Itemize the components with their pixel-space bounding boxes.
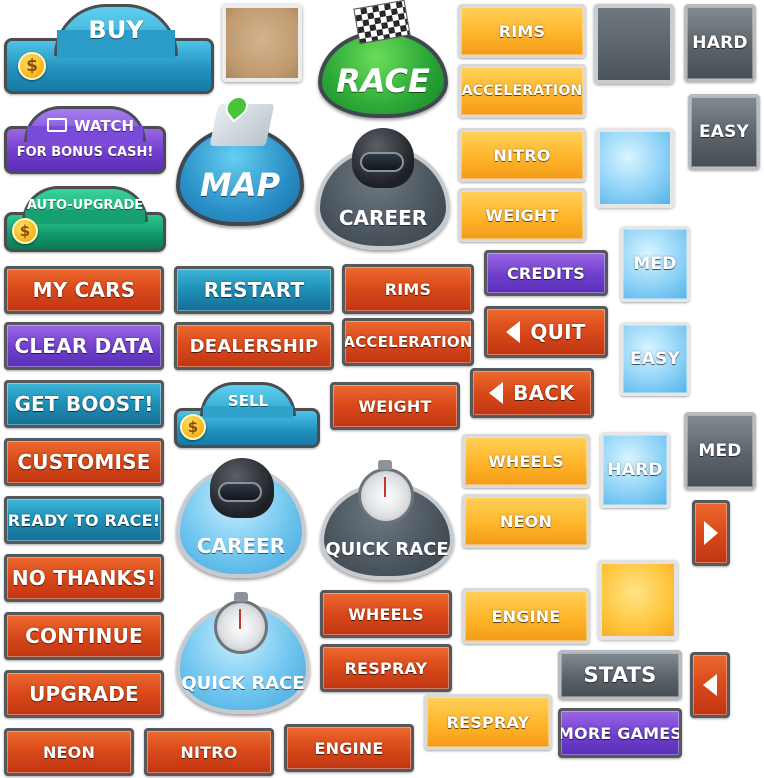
wheels-red-button[interactable]: WHEELS (320, 590, 452, 638)
quick-race-dark-label: QUICK RACE (325, 539, 449, 560)
dealership-button[interactable]: DEALERSHIP (174, 322, 334, 370)
career-blue-label: CAREER (196, 534, 286, 558)
stopwatch-crown (378, 460, 392, 470)
watch-line2: FOR BONUS CASH! (16, 145, 154, 160)
more-games-button[interactable]: MORE GAMES (558, 708, 682, 758)
map-label: MAP (199, 166, 281, 204)
auto-upgrade-label: AUTO-UPGRADE (26, 198, 144, 213)
helmet-icon (210, 458, 274, 518)
back-label: BACK (513, 381, 575, 405)
dollar-coin-icon: $ (18, 52, 46, 80)
respray-orange-button[interactable]: RESPRAY (424, 694, 552, 750)
quit-label: QUIT (530, 320, 586, 344)
upgrade-button[interactable]: UPGRADE (4, 670, 164, 718)
next-arrow-button[interactable] (692, 500, 730, 566)
clear-data-button[interactable]: CLEAR DATA (4, 322, 164, 370)
back-button[interactable]: BACK (470, 368, 594, 418)
left-arrow-icon (703, 674, 717, 696)
dollar-coin-icon: $ (12, 218, 38, 244)
career-dark-label: CAREER (338, 206, 428, 230)
blank-tan-tile (222, 4, 302, 82)
nitro-orange-button[interactable]: NITRO (458, 128, 586, 182)
med-ice-button[interactable]: MED (620, 226, 690, 302)
film-camera-icon (47, 118, 67, 132)
right-arrow-icon (704, 521, 718, 545)
easy-ice-button[interactable]: EASY (620, 322, 690, 396)
stopwatch-icon (214, 600, 268, 654)
neon-orange-button[interactable]: NEON (462, 494, 590, 548)
credits-button[interactable]: CREDITS (484, 250, 608, 296)
my-cars-button[interactable]: MY CARS (4, 266, 164, 314)
acceleration-orange-button[interactable]: ACCELERATION (458, 64, 586, 118)
map-icon (209, 91, 275, 146)
back-arrow-icon (506, 321, 521, 343)
neon-red-button[interactable]: NEON (4, 728, 134, 776)
rims-orange-button[interactable]: RIMS (458, 4, 586, 58)
hard-ice-button[interactable]: HARD (600, 432, 670, 508)
back-arrow-icon (489, 382, 504, 404)
quick-race-blue-label: QUICK RACE (181, 673, 305, 694)
blank-gold-tile (598, 560, 678, 640)
stopwatch-crown (234, 592, 248, 602)
race-dome-button[interactable]: RACE (318, 30, 448, 118)
weight-red-button[interactable]: WEIGHT (330, 382, 460, 430)
stopwatch-icon (358, 468, 414, 524)
engine-red-button[interactable]: ENGINE (284, 724, 414, 772)
no-thanks-button[interactable]: NO THANKS! (4, 554, 164, 602)
med-dark-button[interactable]: MED (684, 412, 756, 490)
prev-arrow-button[interactable] (690, 652, 730, 718)
nitro-red-button[interactable]: NITRO (144, 728, 274, 776)
rims-red-button[interactable]: RIMS (342, 264, 474, 314)
hard-dark-button[interactable]: HARD (684, 4, 756, 82)
restart-button[interactable]: RESTART (174, 266, 334, 314)
blank-ice-tile (596, 128, 674, 208)
watch-line1: WATCH (74, 117, 135, 135)
blank-dark-tile (594, 4, 674, 84)
buy-label: BUY (88, 16, 144, 44)
engine-orange-button[interactable]: ENGINE (462, 588, 590, 644)
respray-red-button[interactable]: RESPRAY (320, 644, 452, 692)
stats-button[interactable]: STATS (558, 650, 682, 700)
race-label: RACE (336, 62, 430, 100)
weight-orange-button[interactable]: WEIGHT (458, 188, 586, 242)
customise-button[interactable]: CUSTOMISE (4, 438, 164, 486)
ready-to-race-button[interactable]: READY TO RACE! (4, 496, 164, 544)
easy-dark-button[interactable]: EASY (688, 94, 760, 170)
continue-button[interactable]: CONTINUE (4, 612, 164, 660)
get-boost-button[interactable]: GET BOOST! (4, 380, 164, 428)
helmet-icon (352, 128, 414, 188)
dollar-coin-icon: $ (180, 414, 206, 440)
quit-button[interactable]: QUIT (484, 306, 608, 358)
wheels-orange-button[interactable]: WHEELS (462, 434, 590, 488)
acceleration-red-button[interactable]: ACCELERATION (342, 318, 474, 366)
sell-label: SELL (227, 392, 269, 410)
